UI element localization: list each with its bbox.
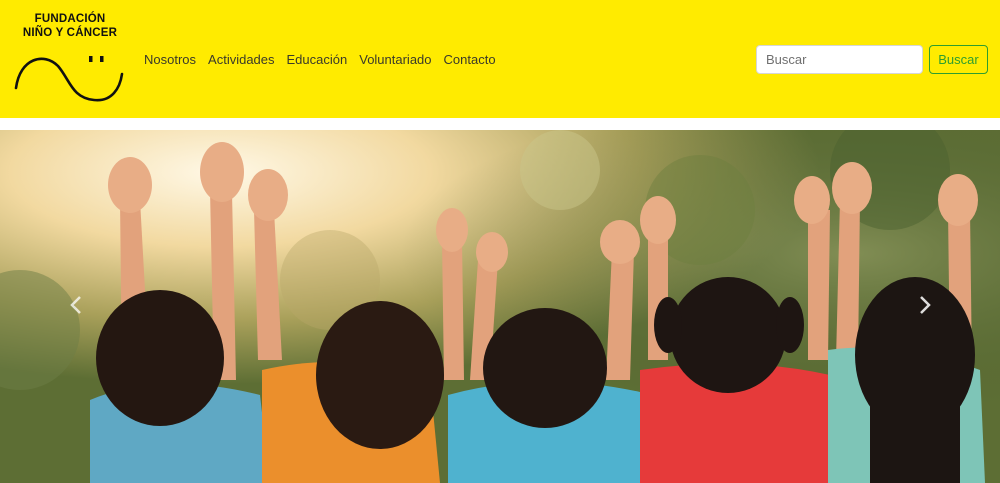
nav-item-contacto[interactable]: Contacto [444,52,496,68]
nav-item-actividades[interactable]: Actividades [208,52,274,68]
nav-item-voluntariado[interactable]: Voluntariado [359,52,431,68]
brand-name-line1: FUNDACIÓN [34,13,106,25]
carousel-prev-button[interactable] [56,285,96,325]
navbar: FUNDACIÓN NIÑO Y CÁNCER Nosotros Activid… [0,0,1000,118]
nav-item-nosotros[interactable]: Nosotros [144,52,196,68]
main-nav: Nosotros Actividades Educación Voluntari… [144,52,508,68]
brand-name-line2: NIÑO Y CÁNCER [22,27,118,39]
brand-name: FUNDACIÓN NIÑO Y CÁNCER [14,12,126,40]
nav-item-educacion[interactable]: Educación [287,52,348,68]
carousel-next-button[interactable] [905,285,945,325]
brand-logo-link[interactable]: FUNDACIÓN NIÑO Y CÁNCER [14,12,126,104]
chevron-right-icon [920,296,931,314]
hero-carousel [0,130,1000,483]
search-input[interactable] [756,45,923,74]
smile-wave-logo [14,56,124,102]
chevron-left-icon [70,296,81,314]
hero-photo-children-raising-hands [0,130,1000,483]
search-button[interactable]: Buscar [929,45,988,74]
